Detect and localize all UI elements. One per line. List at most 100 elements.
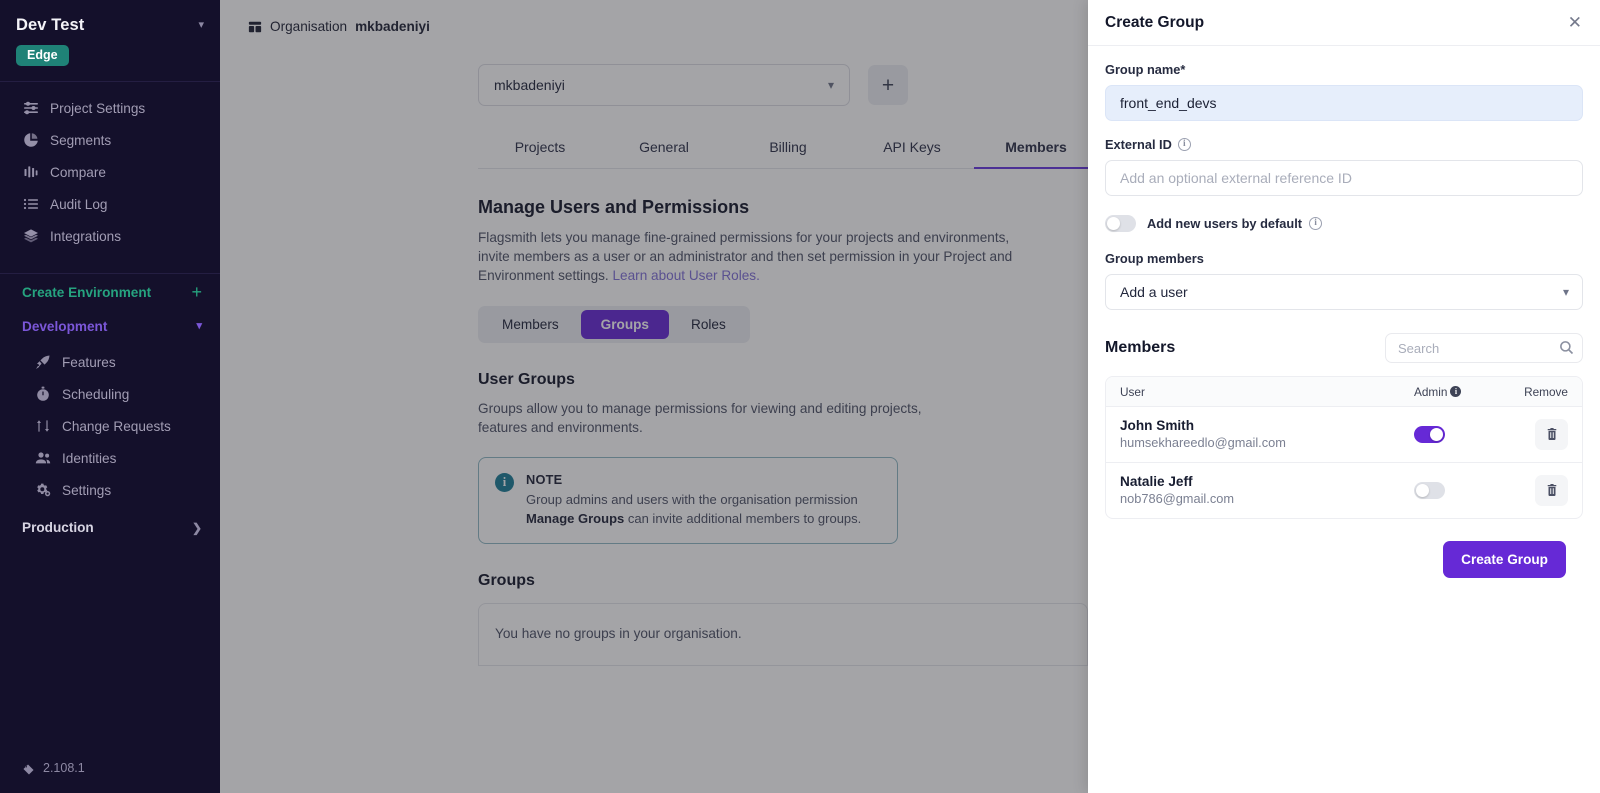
create-organisation-button[interactable]: + (868, 65, 908, 105)
sidebar-item-label: Compare (50, 164, 106, 180)
members-search (1385, 333, 1583, 363)
tab-billing[interactable]: Billing (726, 129, 850, 168)
sidebar-item-label: Features (62, 354, 116, 370)
info-icon: i (495, 473, 514, 493)
search-icon (1559, 340, 1574, 355)
organisation-select[interactable]: mkbadeniyi ▾ (478, 64, 850, 106)
sidebar-project-nav: Project Settings Segments Compare Audit … (0, 82, 220, 258)
pie-chart-icon (22, 132, 39, 149)
member-name: Natalie Jeff (1120, 474, 1193, 489)
table-row: John Smith humsekhareedlo@gmail.com (1106, 407, 1582, 463)
admin-toggle[interactable] (1414, 425, 1445, 443)
member-email: nob786@gmail.com (1120, 491, 1235, 506)
gears-icon (34, 482, 51, 499)
remove-member-button[interactable] (1535, 418, 1568, 450)
admin-toggle[interactable] (1414, 481, 1445, 499)
sidebar-item-label: Scheduling (62, 386, 130, 402)
column-header-user: User (1120, 384, 1145, 399)
remove-member-button[interactable] (1535, 474, 1568, 506)
sidebar-item-settings[interactable]: Settings (0, 474, 220, 506)
column-header-admin: Admin i (1414, 385, 1506, 399)
edge-badge: Edge (16, 45, 69, 66)
group-name-input[interactable] (1105, 85, 1583, 121)
segment-groups[interactable]: Groups (580, 310, 669, 340)
segment-label: Groups (600, 317, 649, 333)
tab-projects[interactable]: Projects (478, 129, 602, 168)
organisation-icon (248, 20, 262, 34)
user-roles-link[interactable]: Learn about User Roles. (613, 268, 760, 283)
sidebar-item-integrations[interactable]: Integrations (0, 220, 220, 252)
create-group-button[interactable]: Create Group (1443, 541, 1566, 578)
sidebar-item-label: Change Requests (62, 418, 171, 434)
info-icon[interactable]: i (1177, 138, 1191, 151)
tab-api-keys[interactable]: API Keys (850, 129, 974, 168)
note-body-emphasis: Manage Groups (526, 510, 625, 526)
sidebar-project-header: Dev Test ▾ Edge (0, 0, 220, 66)
organisation-select-value: mkbadeniyi (494, 77, 565, 93)
plus-icon: + (881, 73, 895, 97)
member-email: humsekhareedlo@gmail.com (1120, 435, 1286, 450)
environment-production-toggle[interactable]: Production ❯ (0, 510, 220, 545)
create-environment-button[interactable]: Create Environment + (0, 274, 220, 310)
sidebar-item-segments[interactable]: Segments (0, 124, 220, 156)
group-name-label-text: Group name* (1105, 62, 1186, 77)
chevron-right-icon: ❯ (191, 520, 202, 535)
members-segmented-control: Members Groups Roles (478, 306, 750, 344)
environment-production-label: Production (22, 520, 94, 535)
sidebar-item-change-requests[interactable]: Change Requests (0, 410, 220, 442)
bar-chart-icon (22, 164, 39, 181)
page-description: Flagsmith lets you manage fine-grained p… (478, 229, 1044, 285)
panel-body: Group name* External ID i Add new users … (1088, 46, 1600, 793)
add-new-users-toggle[interactable] (1105, 215, 1136, 232)
trash-icon (1547, 428, 1556, 440)
sidebar-item-label: Project Settings (50, 100, 146, 116)
panel-header: Create Group ✕ (1088, 0, 1600, 46)
table-row: Natalie Jeff nob786@gmail.com (1106, 463, 1582, 518)
breadcrumb-name[interactable]: mkbadeniyi (355, 19, 430, 34)
segment-roles[interactable]: Roles (671, 310, 746, 339)
sidebar-item-scheduling[interactable]: Scheduling (0, 378, 220, 410)
environment-development-toggle[interactable]: Development ▾ (0, 310, 220, 343)
external-id-input[interactable] (1105, 160, 1583, 196)
tag-icon (22, 762, 35, 775)
plus-icon: + (191, 282, 202, 302)
info-icon[interactable]: i (1450, 386, 1462, 397)
group-members-label-text: Group members (1105, 251, 1204, 266)
panel-title: Create Group (1105, 13, 1205, 31)
sidebar-item-identities[interactable]: Identities (0, 442, 220, 474)
list-icon (22, 196, 39, 213)
column-header-admin-label: Admin (1414, 384, 1448, 399)
groups-empty-state: You have no groups in your organisation. (478, 603, 1088, 667)
sidebar-item-audit-log[interactable]: Audit Log (0, 188, 220, 220)
external-id-label-text: External ID (1105, 137, 1172, 152)
note-body-part-1: Group admins and users with the organisa… (526, 492, 858, 508)
breadcrumb-prefix: Organisation (270, 19, 348, 34)
members-heading: Members (1105, 339, 1176, 356)
project-switcher[interactable]: Dev Test ▾ (16, 16, 204, 35)
close-icon[interactable]: ✕ (1568, 14, 1582, 31)
segment-members[interactable]: Members (482, 310, 579, 339)
sidebar-item-label: Identities (62, 450, 117, 466)
sidebar-development-nav: Features Scheduling Change Requests Iden… (0, 343, 220, 510)
chevron-down-icon: ▾ (827, 78, 834, 92)
add-new-users-row: Add new users by default i (1105, 215, 1583, 232)
tab-label: General (639, 139, 689, 155)
members-table: User Admin i Remove John Smith humsekhar… (1105, 376, 1583, 519)
group-members-label: Group members (1105, 251, 1583, 266)
tab-members[interactable]: Members (974, 129, 1098, 169)
version-label: 2.108.1 (22, 761, 85, 775)
sidebar-item-features[interactable]: Features (0, 346, 220, 378)
project-name: Dev Test (16, 16, 85, 34)
add-user-select[interactable]: Add a user ▾ (1105, 274, 1583, 310)
sidebar-item-compare[interactable]: Compare (0, 156, 220, 188)
member-name: John Smith (1120, 418, 1195, 433)
tab-general[interactable]: General (602, 129, 726, 168)
sidebar-item-project-settings[interactable]: Project Settings (0, 92, 220, 124)
add-user-select-value: Add a user (1120, 284, 1188, 300)
tab-label: Billing (769, 139, 807, 155)
search-input[interactable] (1385, 333, 1583, 363)
member-info: John Smith humsekhareedlo@gmail.com (1120, 418, 1414, 450)
note-callout: i NOTE Group admins and users with the o… (478, 457, 898, 545)
add-new-users-label-text: Add new users by default (1147, 216, 1303, 231)
info-icon[interactable]: i (1309, 217, 1323, 230)
